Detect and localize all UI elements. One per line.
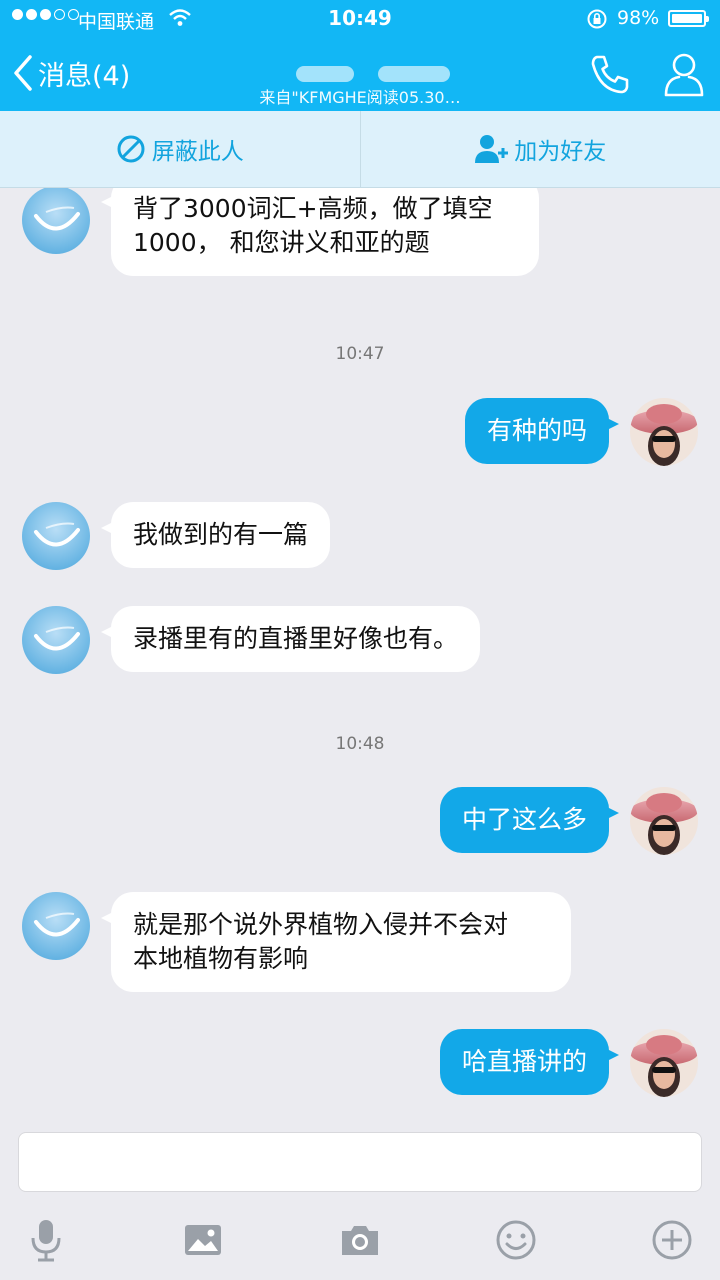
contact-avatar[interactable] (22, 606, 90, 674)
more-button[interactable] (646, 1214, 698, 1266)
my-avatar[interactable] (630, 787, 698, 855)
message-timestamp: 10:47 (335, 344, 385, 364)
phone-icon (591, 55, 629, 94)
message-text: 哈直播讲的 (461, 1047, 587, 1076)
call-button[interactable] (588, 52, 632, 100)
voice-button[interactable] (20, 1214, 72, 1266)
battery-icon (668, 10, 709, 27)
my-avatar[interactable] (630, 1029, 698, 1097)
contact-avatar[interactable] (22, 188, 90, 254)
add-friend-button[interactable]: 加为好友 (359, 111, 720, 187)
message-text: 中了这么多 (461, 805, 587, 834)
message-input[interactable] (18, 1132, 702, 1192)
message-bubble-incoming[interactable]: 录播里有的直播里好像也有。 (100, 606, 481, 672)
microphone-icon (31, 1220, 61, 1262)
message-text: 有种的吗 (486, 416, 587, 445)
profile-button[interactable] (662, 50, 706, 102)
status-bar: 中国联通 10:49 98% (0, 0, 720, 38)
chat-header: 中国联通 10:49 98% 消息(4) 来自"KFMGHE阅读05.30… (0, 0, 720, 111)
message-bubble-incoming[interactable]: 就是那个说外界植物入侵并不会对 本地植物有影响 (101, 892, 571, 992)
message-text: 背了3000词汇+高频，做了填空 1000， 和您讲义和亚的题 (133, 194, 493, 257)
image-icon (185, 1225, 221, 1255)
message-timestamp: 10:48 (335, 734, 385, 754)
blurred-name (378, 66, 450, 82)
photo-button[interactable] (177, 1214, 229, 1266)
contact-avatar[interactable] (22, 892, 90, 960)
contact-avatar[interactable] (22, 502, 90, 570)
stranger-action-bar: 屏蔽此人 加为好友 (0, 111, 720, 188)
message-text: 我做到的有一篇 (133, 520, 309, 549)
blurred-name (296, 66, 354, 82)
block-icon (117, 135, 145, 163)
camera-button[interactable] (334, 1214, 386, 1266)
rotation-lock-icon (586, 8, 608, 35)
message-bubble-incoming[interactable]: 我做到的有一篇 (100, 502, 331, 568)
person-icon (664, 53, 704, 97)
my-avatar[interactable] (630, 398, 698, 466)
battery-percent: 98% (617, 7, 660, 29)
add-person-icon (475, 135, 509, 163)
emoji-icon (496, 1220, 536, 1260)
camera-icon (342, 1226, 378, 1255)
message-bubble-outgoing[interactable]: 哈直播讲的 (439, 1029, 620, 1095)
message-text: 录播里有的直播里好像也有。 (133, 624, 459, 653)
input-toolbar (0, 1200, 720, 1280)
message-text: 就是那个说外界植物入侵并不会对 本地植物有影响 (133, 910, 509, 973)
message-bubble-incoming[interactable]: 背了3000词汇+高频，做了填空 1000， 和您讲义和亚的题 (101, 188, 539, 276)
block-user-button[interactable]: 屏蔽此人 (0, 111, 360, 187)
plus-icon (652, 1220, 692, 1260)
message-list[interactable]: 背了3000词汇+高频，做了填空 1000， 和您讲义和亚的题 10:47 有种… (0, 188, 720, 1118)
add-friend-label: 加为好友 (514, 139, 607, 165)
emoji-button[interactable] (490, 1214, 542, 1266)
message-bubble-outgoing[interactable]: 有种的吗 (464, 398, 620, 464)
status-time: 10:49 (328, 6, 392, 30)
block-user-label: 屏蔽此人 (151, 139, 244, 165)
message-bubble-outgoing[interactable]: 中了这么多 (439, 787, 620, 853)
